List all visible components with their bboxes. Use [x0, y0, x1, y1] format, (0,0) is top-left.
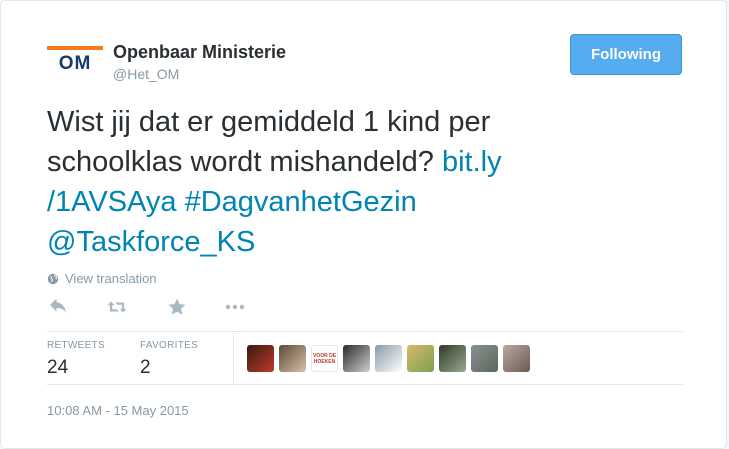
view-translation-label: View translation: [65, 271, 157, 286]
tweet-card: OM Openbaar Ministerie @Het_OM Following…: [0, 0, 727, 449]
account-handle[interactable]: @Het_OM: [113, 66, 179, 82]
account-name[interactable]: Openbaar Ministerie: [113, 42, 286, 63]
reply-icon[interactable]: [47, 295, 71, 319]
retweet-icon[interactable]: [105, 295, 129, 319]
retweets-count: 24: [47, 357, 69, 378]
account-logo[interactable]: OM: [47, 46, 103, 76]
tweet-timestamp[interactable]: 10:08 AM - 15 May 2015: [47, 403, 189, 418]
avatar-3[interactable]: VOOR DE HOEKEN: [311, 345, 338, 372]
avatar-9[interactable]: [503, 345, 530, 372]
stats-bottom-divider: [47, 384, 683, 385]
globe-icon: [47, 273, 59, 284]
retweeter-avatars: VOOR DE HOEKEN: [247, 345, 530, 372]
stats-top-divider: [47, 331, 683, 332]
avatar-text: VOOR DE HOEKEN: [312, 352, 337, 365]
favorites-count: 2: [140, 357, 151, 378]
avatar-6[interactable]: [407, 345, 434, 372]
stats-vertical-divider: [233, 333, 234, 383]
avatar-4[interactable]: [343, 345, 370, 372]
view-translation-link[interactable]: View translation: [47, 271, 157, 286]
hashtag-link[interactable]: #DagvanhetGezin: [185, 186, 417, 218]
tweet-text: Wist jij dat er gemiddeld 1 kind per sch…: [47, 102, 607, 262]
logo-text: OM: [58, 53, 92, 74]
retweets-label: RETWEETS: [47, 340, 105, 351]
avatar-5[interactable]: [375, 345, 402, 372]
mention-link[interactable]: @Taskforce_KS: [47, 226, 255, 258]
retweets-stat[interactable]: RETWEETS 24: [47, 340, 105, 379]
favorites-stat[interactable]: FAVORITES 2: [140, 340, 198, 379]
avatar-2[interactable]: [279, 345, 306, 372]
logo-bar: [47, 46, 103, 50]
avatar-8[interactable]: [471, 345, 498, 372]
favorites-label: FAVORITES: [140, 340, 199, 351]
favorite-icon[interactable]: [165, 295, 189, 319]
following-button[interactable]: Following: [570, 34, 682, 75]
avatar-1[interactable]: [247, 345, 274, 372]
tweet-header: OM Openbaar Ministerie @Het_OM Following: [47, 34, 687, 91]
tweet-body-text: Wist jij dat er gemiddeld 1 kind per sch…: [47, 106, 491, 178]
tweet-actions: [47, 295, 267, 321]
more-icon[interactable]: [223, 295, 247, 319]
avatar-7[interactable]: [439, 345, 466, 372]
tweet-spacer: [177, 186, 185, 218]
